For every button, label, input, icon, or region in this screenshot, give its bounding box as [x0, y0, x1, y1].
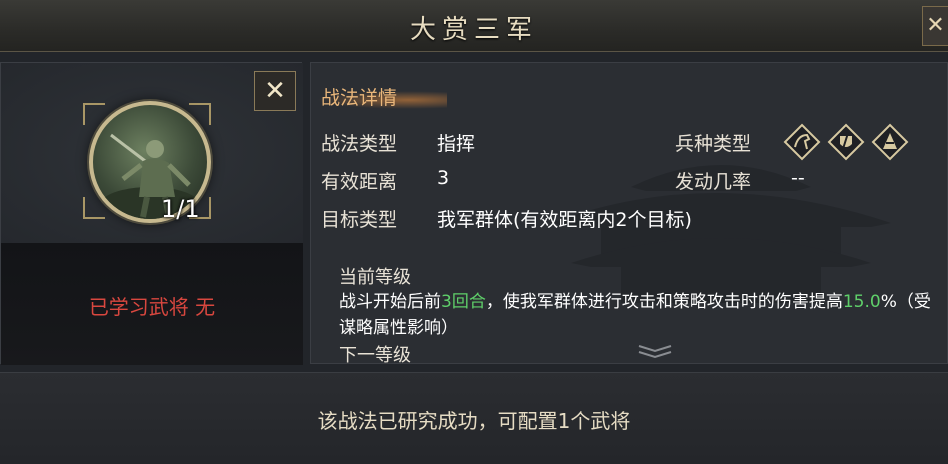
frame-corner: [83, 103, 105, 125]
percent-highlight: 15.0: [842, 292, 881, 312]
window-title: 大赏三军: [409, 15, 538, 45]
cavalry-icon: [783, 123, 821, 161]
skill-description[interactable]: 当前等级 战斗开始后前3回合，使我军群体进行攻击和策略攻击时的伤害提高15.0%…: [325, 255, 937, 363]
shield-icon: [827, 123, 865, 161]
archer-icon: [871, 123, 909, 161]
next-level-label: 下一等级: [339, 345, 411, 364]
close-icon: ✕: [264, 76, 286, 106]
troop-type-label: 兵种类型: [675, 133, 752, 155]
double-chevron-down-icon[interactable]: [635, 343, 675, 359]
main-area: ✕ 1/1 已学习武将 无 战法详情 战法类型 指挥 兵种类型 有效距离 3 发…: [0, 52, 948, 372]
detail-panel: 战法详情 战法类型 指挥 兵种类型 有效距离 3 发动几率 -- 目标类型 我军…: [310, 62, 948, 364]
desc-text-part: ，使我军群体进行攻击和策略攻击时的伤害提高: [485, 292, 843, 312]
trigger-rate-value: --: [791, 167, 805, 189]
learned-generals-text: 已学习武将 无: [88, 295, 216, 319]
general-panel: ✕ 1/1 已学习武将 无: [0, 62, 303, 365]
close-icon: ✕: [926, 13, 945, 38]
footer-bar: 该战法已研究成功，可配置1个武将: [0, 372, 948, 464]
section-title: 战法详情: [321, 87, 398, 109]
current-level-text: 战斗开始后前3回合，使我军群体进行攻击和策略攻击时的伤害提高15.0%（受谋略属…: [339, 289, 939, 341]
close-button[interactable]: ✕: [254, 71, 296, 111]
rounds-highlight: 3回合: [441, 292, 486, 312]
effective-range-value: 3: [437, 167, 450, 189]
skill-count: 1/1: [161, 195, 200, 223]
window-close-button[interactable]: ✕: [922, 6, 948, 46]
current-level-label: 当前等级: [339, 267, 411, 288]
trigger-rate-label: 发动几率: [675, 171, 752, 193]
skill-type-value: 指挥: [437, 133, 476, 155]
portrait-area: ✕ 1/1: [1, 63, 303, 243]
skill-type-label: 战法类型: [321, 133, 398, 155]
effective-range-label: 有效距离: [321, 171, 398, 193]
title-bar: 大赏三军 ✕: [0, 0, 948, 52]
learned-area: 已学习武将 无: [1, 243, 303, 365]
target-type-label: 目标类型: [321, 209, 398, 231]
research-status-text: 该战法已研究成功，可配置1个武将: [317, 409, 631, 433]
desc-text-part: 战斗开始后前: [339, 292, 441, 312]
target-type-value: 我军群体(有效距离内2个目标): [437, 209, 692, 231]
